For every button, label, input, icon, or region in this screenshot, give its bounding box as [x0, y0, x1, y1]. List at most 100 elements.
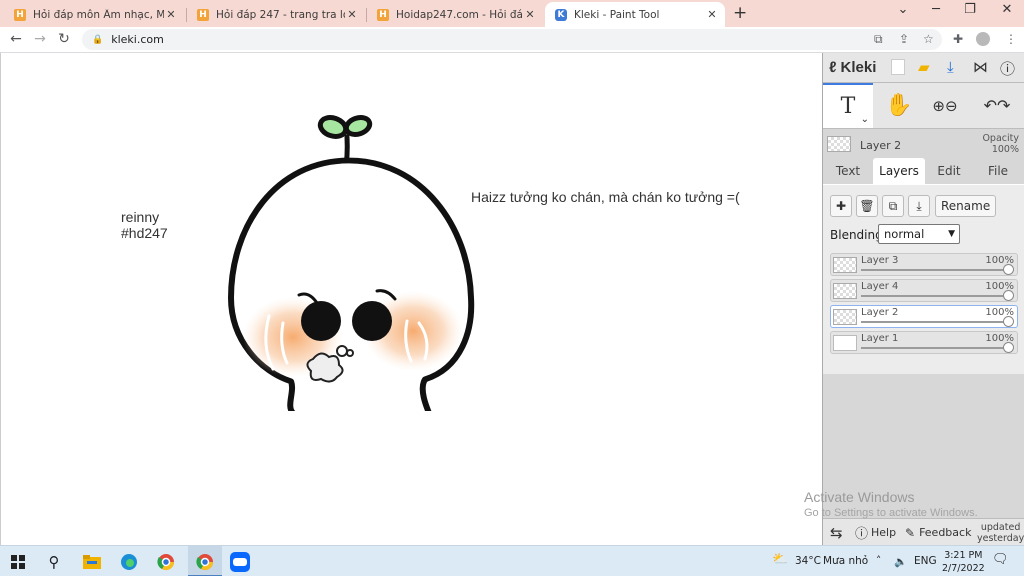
share-icon[interactable]: ⋈	[973, 58, 988, 76]
file-explorer-icon[interactable]	[80, 550, 104, 574]
text-tool-button[interactable]: T ⌄	[823, 83, 873, 128]
browser-toolbar: ← → ↻ 🔒 kleki.com ⧉ ⇪ ☆ ✚ ⋮	[0, 27, 1024, 53]
notifications-icon[interactable]: 🗨	[992, 552, 1009, 567]
kleki-logo[interactable]: ℓ Kleki	[829, 59, 876, 76]
tab-kleki-paint[interactable]: K Kleki - Paint Tool ✕	[545, 2, 725, 27]
tab-layers[interactable]: Layers	[873, 158, 925, 184]
language-indicator[interactable]: ENG	[914, 555, 937, 567]
weather-desc[interactable]: Mưa nhỏ	[823, 555, 868, 567]
drawing-canvas[interactable]: reinny #hd247 Haizz tưởng ko chán, mà ch…	[0, 53, 822, 545]
layer-opacity-handle[interactable]	[1003, 290, 1014, 301]
forward-arrow-icon[interactable]: →	[31, 31, 49, 47]
drawing-sprout-character	[228, 115, 475, 411]
extensions-puzzle-icon[interactable]: ✚	[953, 32, 963, 46]
download-icon[interactable]: ⤓	[947, 58, 954, 76]
tab-title: Kleki - Paint Tool	[574, 8, 660, 21]
lock-icon[interactable]: 🔒	[92, 35, 103, 45]
new-image-icon[interactable]	[891, 59, 905, 75]
zoom-in-out-icon[interactable]: ⊕⊖	[925, 83, 965, 128]
layer-opacity-handle[interactable]	[1003, 264, 1014, 275]
layer-opacity-slider[interactable]	[861, 269, 1007, 271]
clock-time: 3:21 PM	[944, 550, 983, 561]
swap-panel-icon[interactable]: ⇆	[830, 519, 843, 546]
kleki-footer: ⇆ ⓘ Help ✎ Feedback updated yesterday	[823, 518, 1024, 545]
help-circle-icon: ⓘ	[855, 527, 869, 542]
tab-close-icon[interactable]: ✕	[523, 8, 537, 21]
windows-taskbar: ⚲ ⛅ 34°C Mưa nhỏ ˄ 🔈 ENG 3:21 PM 2/7/202…	[0, 545, 1024, 576]
layer-opacity-slider[interactable]	[861, 295, 1007, 297]
menu-kebab-icon[interactable]: ⋮	[1005, 32, 1017, 46]
add-layer-icon[interactable]: ✚	[830, 195, 852, 217]
help-button[interactable]: ⓘ Help	[855, 519, 896, 546]
kleki-toolbar: T ⌄ ✋ ⊕⊖ ↶↷	[823, 83, 1024, 129]
layer-row[interactable]: Layer 3 100%	[830, 253, 1018, 276]
profile-avatar[interactable]	[976, 32, 990, 46]
updated-link[interactable]: updated yesterday	[977, 519, 1024, 546]
feedback-button[interactable]: ✎ Feedback	[905, 519, 971, 546]
opacity-readout: Opacity 100%	[982, 133, 1019, 155]
weather-temp[interactable]: 34°C	[795, 555, 821, 567]
tab-hoidap247-online[interactable]: H Hoidap247.com - Hỏi đáp online ✕	[367, 2, 543, 27]
help-label: Help	[871, 526, 897, 539]
tool-dropdown-chevron-icon[interactable]: ⌄	[861, 114, 869, 125]
window-close-icon[interactable]: ✕	[997, 2, 1017, 17]
address-bar[interactable]: 🔒 kleki.com	[82, 29, 942, 50]
tab-text[interactable]: Text	[825, 158, 871, 184]
new-tab-button[interactable]: +	[733, 3, 747, 23]
select-caret-icon: ▼	[948, 229, 955, 239]
tab-close-icon[interactable]: ✕	[705, 8, 719, 21]
bookmark-star-icon[interactable]: ☆	[923, 32, 934, 46]
open-folder-icon[interactable]: ▰	[918, 58, 930, 76]
layer-thumbnail	[833, 309, 857, 325]
text-tool-label: T	[840, 94, 856, 119]
zalo-icon[interactable]	[228, 550, 252, 574]
layer-opacity-handle[interactable]	[1003, 342, 1014, 353]
updated-line-2: yesterday	[977, 532, 1024, 544]
windows-start-icon[interactable]	[6, 550, 30, 574]
tab-search-chevron-icon[interactable]: ⌄	[893, 2, 913, 17]
kleki-logo-icon: ℓ	[829, 59, 837, 76]
activate-windows-subtitle: Go to Settings to activate Windows.	[804, 507, 978, 519]
layer-opacity-slider[interactable]	[861, 321, 1007, 323]
clock[interactable]: 3:21 PM 2/7/2022	[942, 549, 985, 575]
tab-hoidap-247[interactable]: H Hỏi đáp 247 - trang tra loi ✕	[187, 2, 365, 27]
translate-icon[interactable]: ⧉	[874, 32, 883, 47]
tray-chevron-icon[interactable]: ˄	[876, 555, 881, 567]
tab-title: Hỏi đáp 247 - trang tra loi	[216, 8, 345, 21]
duplicate-layer-icon[interactable]: ⧉	[882, 195, 904, 217]
rename-layer-button[interactable]: Rename	[935, 195, 997, 217]
undo-redo-icon[interactable]: ↶↷	[975, 83, 1019, 128]
search-icon[interactable]: ⚲	[42, 550, 66, 574]
share-page-icon[interactable]: ⇪	[899, 32, 909, 46]
tab-close-icon[interactable]: ✕	[345, 8, 359, 21]
merge-layer-icon[interactable]: ⤓	[908, 195, 930, 217]
url-text: kleki.com	[111, 33, 164, 46]
blending-select[interactable]: normal ▼	[878, 224, 960, 244]
layer-row[interactable]: Layer 4 100%	[830, 279, 1018, 302]
layer-opacity-handle[interactable]	[1003, 316, 1014, 327]
layer-opacity-slider[interactable]	[861, 347, 1007, 349]
help-circle-icon[interactable]: ⓘ	[1000, 58, 1015, 79]
chrome-profile-icon[interactable]	[193, 550, 217, 574]
tab-close-icon[interactable]: ✕	[164, 8, 178, 21]
tab-file[interactable]: File	[975, 158, 1021, 184]
tab-edit[interactable]: Edit	[927, 158, 971, 184]
signature-line-1: reinny	[121, 209, 160, 225]
layer-name: Layer 3	[861, 255, 899, 266]
restore-icon[interactable]: ❐	[960, 2, 980, 17]
back-arrow-icon[interactable]: ←	[7, 31, 25, 47]
weather-icon[interactable]: ⛅	[772, 552, 788, 567]
hand-tool-icon[interactable]: ✋	[881, 83, 917, 128]
minimize-icon[interactable]: ─	[926, 2, 946, 17]
tab-hoidap-am-nhac[interactable]: H Hỏi đáp môn Âm nhạc, Mỹ thuật ✕	[4, 2, 184, 27]
panel-tabs: Text Layers Edit File	[823, 158, 1024, 184]
blending-label: Blending	[830, 228, 883, 242]
volume-icon[interactable]: 🔈	[894, 555, 907, 568]
edge-browser-icon[interactable]	[117, 550, 141, 574]
layer-row-selected[interactable]: Layer 2 100%	[830, 305, 1018, 328]
delete-layer-icon[interactable]: 🗑	[856, 195, 878, 217]
reload-icon[interactable]: ↻	[55, 31, 73, 47]
layer-row[interactable]: Layer 1 100%	[830, 331, 1018, 354]
kleki-side-panel: ℓ Kleki ▰ ⤓ ⋈ ⓘ T ⌄ ✋ ⊕⊖ ↶↷ Layer 2 Opac…	[822, 53, 1024, 545]
chrome-icon[interactable]	[154, 550, 178, 574]
